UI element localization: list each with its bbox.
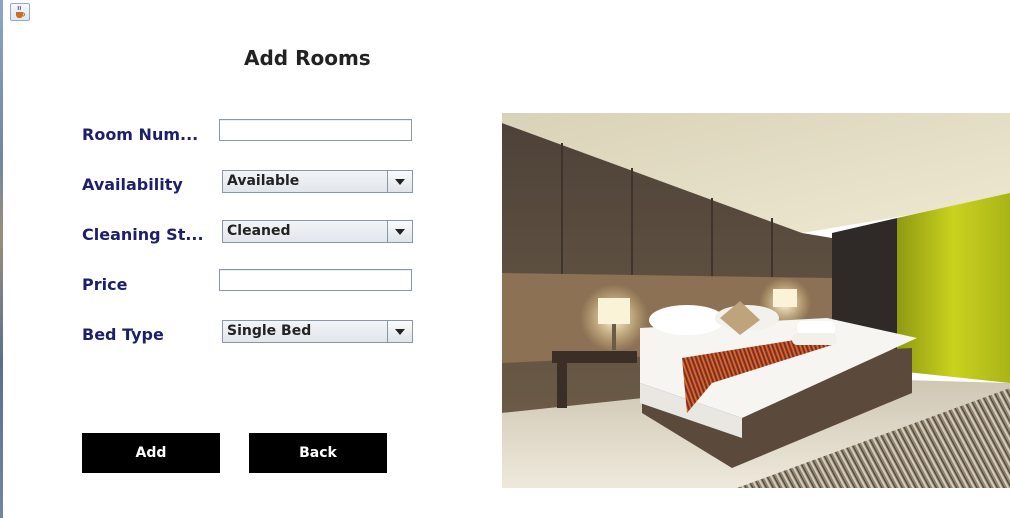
- room-image: [502, 113, 1010, 488]
- chevron-down-icon[interactable]: [387, 171, 412, 192]
- java-cup-icon[interactable]: [10, 3, 30, 21]
- price-label: Price: [82, 275, 128, 294]
- add-button[interactable]: Add: [82, 433, 220, 473]
- bed-type-dropdown[interactable]: Single Bed: [222, 320, 413, 343]
- price-field[interactable]: [219, 269, 412, 291]
- chevron-down-icon[interactable]: [387, 321, 412, 342]
- cleaning-status-selected: Cleaned: [227, 223, 291, 239]
- cleaning-status-label: Cleaning St...: [82, 225, 204, 244]
- bed-type-label: Bed Type: [82, 325, 164, 344]
- window-left-edge: [0, 0, 3, 518]
- chevron-down-icon[interactable]: [387, 221, 412, 242]
- room-number-field[interactable]: [219, 119, 412, 141]
- availability-selected: Available: [227, 173, 300, 189]
- cleaning-status-dropdown[interactable]: Cleaned: [222, 220, 413, 243]
- room-number-label: Room Num...: [82, 125, 199, 144]
- availability-label: Availability: [82, 175, 183, 194]
- availability-dropdown[interactable]: Available: [222, 170, 413, 193]
- bed-type-selected: Single Bed: [227, 323, 312, 339]
- page-title: Add Rooms: [244, 46, 371, 70]
- back-button[interactable]: Back: [249, 433, 387, 473]
